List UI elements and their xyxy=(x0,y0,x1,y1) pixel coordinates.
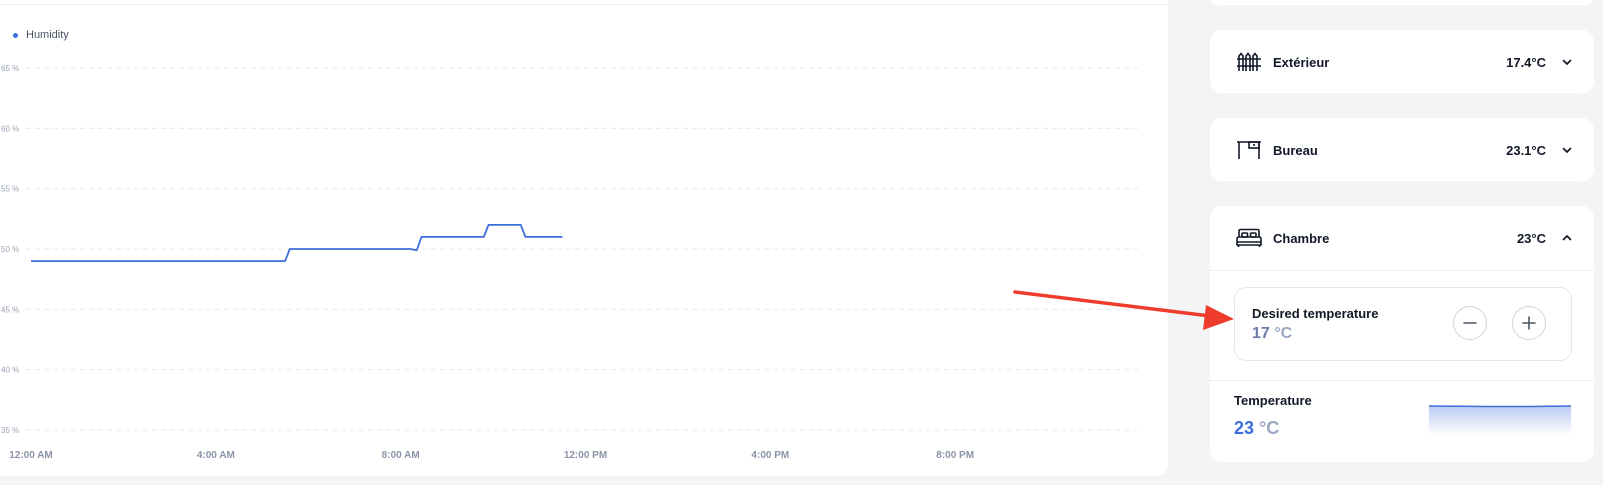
plus-icon xyxy=(1522,316,1536,330)
x-tick-label: 12:00 PM xyxy=(564,450,607,461)
room-header-divider xyxy=(1210,270,1594,271)
current-temperature-unit: °C xyxy=(1259,418,1280,438)
section-divider xyxy=(1210,380,1594,381)
desk-icon xyxy=(1237,141,1261,159)
room-header-bureau[interactable]: Bureau 23.1°C xyxy=(1210,118,1594,182)
chevron-down-icon[interactable] xyxy=(1560,143,1574,157)
x-tick-label: 4:00 AM xyxy=(197,450,235,461)
desired-temperature-label: Desired temperature xyxy=(1252,306,1379,321)
desired-temperature-control: Desired temperature 17 °C xyxy=(1234,287,1572,361)
room-temperature: 23.1°C xyxy=(1506,142,1546,158)
y-tick-label: 60 % xyxy=(1,124,19,133)
minus-icon xyxy=(1463,322,1477,324)
temperature-sparkline xyxy=(1429,405,1571,434)
room-name: Chambre xyxy=(1273,230,1330,246)
room-header-chambre[interactable]: Chambre 23°C xyxy=(1210,206,1594,270)
fence-icon xyxy=(1237,52,1261,71)
room-card-bureau[interactable]: Bureau 23.1°C xyxy=(1210,118,1594,181)
room-temperature: 17.4°C xyxy=(1506,54,1546,70)
room-temperature: 23°C xyxy=(1516,230,1546,246)
humidity-chart-card: Humidity 65 % 60 % 55 % 50 % 45 % 40 % 35 % 12:… xyxy=(0,0,1168,476)
room-card-chambre[interactable]: Chambre 23°C Desired temperature 17 °C T… xyxy=(1210,206,1594,462)
x-tick-label: 8:00 PM xyxy=(936,450,974,461)
x-tick-label: 4:00 PM xyxy=(751,450,789,461)
y-tick-label: 40 % xyxy=(1,366,19,375)
current-temperature-value: 23 °C xyxy=(1234,418,1279,439)
desired-temperature-number: 17 xyxy=(1252,325,1270,342)
desired-temperature-value: 17 °C xyxy=(1252,325,1292,343)
room-card-exterieur[interactable]: Extérieur 17.4°C xyxy=(1210,30,1594,93)
current-temperature-label: Temperature xyxy=(1234,393,1312,408)
bed-icon xyxy=(1236,228,1262,247)
series-line-humidity[interactable] xyxy=(31,224,563,262)
humidity-line-chart: 65 % 60 % 55 % 50 % 45 % 40 % 35 % 12:00 AM 4:00… xyxy=(1,64,1140,461)
x-tick-label: 12:00 AM xyxy=(9,450,53,461)
decrease-temperature-button[interactable] xyxy=(1453,306,1487,340)
room-name: Extérieur xyxy=(1273,54,1330,70)
room-header-exterieur[interactable]: Extérieur 17.4°C xyxy=(1210,30,1594,94)
room-card-previous xyxy=(1210,0,1594,5)
chevron-up-icon[interactable] xyxy=(1560,231,1574,245)
y-tick-label: 35 % xyxy=(1,426,19,435)
y-tick-label: 45 % xyxy=(1,305,19,314)
chevron-down-icon[interactable] xyxy=(1560,55,1574,69)
y-tick-label: 55 % xyxy=(1,185,19,194)
increase-temperature-button[interactable] xyxy=(1512,306,1546,340)
x-tick-label: 8:00 AM xyxy=(382,450,420,461)
current-temperature-number: 23 xyxy=(1234,418,1255,438)
desired-temperature-unit: °C xyxy=(1274,325,1293,342)
y-tick-label: 65 % xyxy=(1,64,19,73)
sparkline-area xyxy=(1429,406,1571,434)
sparkline-line xyxy=(1429,405,1571,408)
y-tick-label: 50 % xyxy=(1,245,19,254)
room-name: Bureau xyxy=(1273,142,1318,158)
